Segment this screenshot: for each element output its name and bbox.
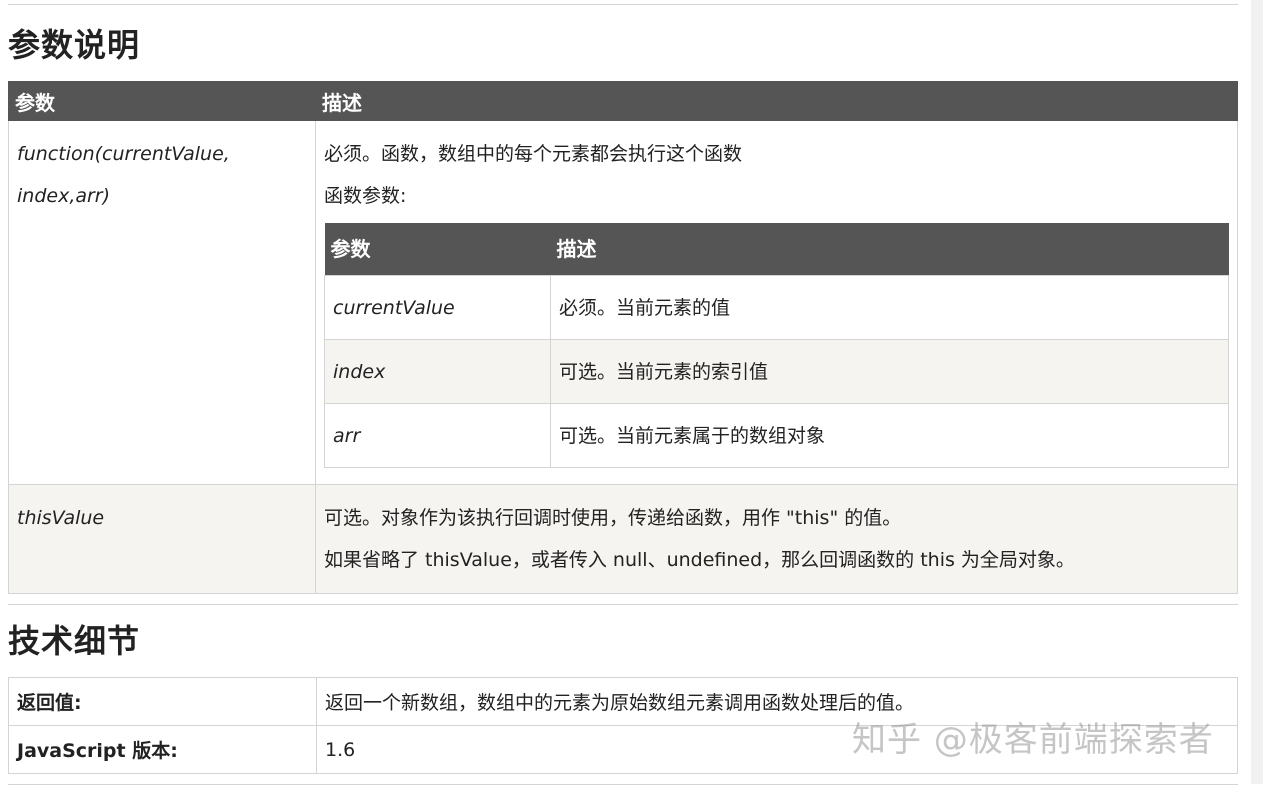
desc-text: 可选。对象作为该执行回调时使用，传递给函数，用作 "this" 的值。 — [324, 507, 902, 529]
inner-header-desc: 描述 — [550, 223, 1229, 276]
inner-param: currentValue — [324, 275, 551, 340]
param-cell: thisValue — [8, 484, 316, 594]
desc-cell: 可选。对象作为该执行回调时使用，传递给函数，用作 "this" 的值。 如果省略… — [315, 484, 1238, 594]
function-params-table: 参数 描述 currentValue 必须。当前元素的值 index 可选。当前… — [324, 223, 1229, 468]
detail-key: JavaScript 版本: — [8, 725, 317, 774]
section-title-tech: 技术细节 — [8, 622, 141, 660]
param-name-line1: function(currentValue, — [17, 143, 230, 165]
inner-desc: 可选。当前元素的索引值 — [550, 339, 1229, 404]
inner-header-param: 参数 — [324, 223, 551, 276]
inner-param: index — [324, 339, 551, 404]
inner-table-header: 参数 描述 — [324, 223, 1229, 276]
param-cell: function(currentValue, index,arr) — [8, 120, 316, 485]
desc-cell: 必须。函数，数组中的每个元素都会执行这个函数 函数参数: 参数 描述 curre… — [315, 120, 1238, 485]
inner-table-row: currentValue 必须。当前元素的值 — [324, 275, 1229, 340]
params-table-header: 参数 描述 — [8, 81, 1238, 121]
detail-key: 返回值: — [8, 677, 317, 726]
table-row: thisValue 可选。对象作为该执行回调时使用，传递给函数，用作 "this… — [8, 484, 1238, 594]
inner-table-row: arr 可选。当前元素属于的数组对象 — [324, 403, 1229, 468]
section-title-params: 参数说明 — [8, 26, 141, 64]
inner-table-row: index 可选。当前元素的索引值 — [324, 339, 1229, 404]
desc-subheading: 函数参数: — [324, 185, 407, 207]
scrollbar[interactable] — [1251, 0, 1263, 784]
watermark: 知乎 @极客前端探索者 — [852, 720, 1214, 760]
page: 参数说明 参数 描述 function(currentValue, index,… — [8, 0, 1238, 785]
params-table: 参数 描述 function(currentValue, index,arr) … — [8, 81, 1238, 594]
inner-param: arr — [324, 403, 551, 468]
table-row: function(currentValue, index,arr) 必须。函数，… — [8, 120, 1238, 485]
inner-desc: 必须。当前元素的值 — [550, 275, 1229, 340]
inner-desc: 可选。当前元素属于的数组对象 — [550, 403, 1229, 468]
header-desc: 描述 — [315, 81, 1238, 121]
desc-text: 如果省略了 thisValue，或者传入 null、undefined，那么回调… — [324, 549, 1075, 571]
param-name-line2: index,arr) — [17, 185, 111, 207]
desc-text: 必须。函数，数组中的每个元素都会执行这个函数 — [324, 143, 743, 165]
header-param: 参数 — [8, 81, 316, 121]
